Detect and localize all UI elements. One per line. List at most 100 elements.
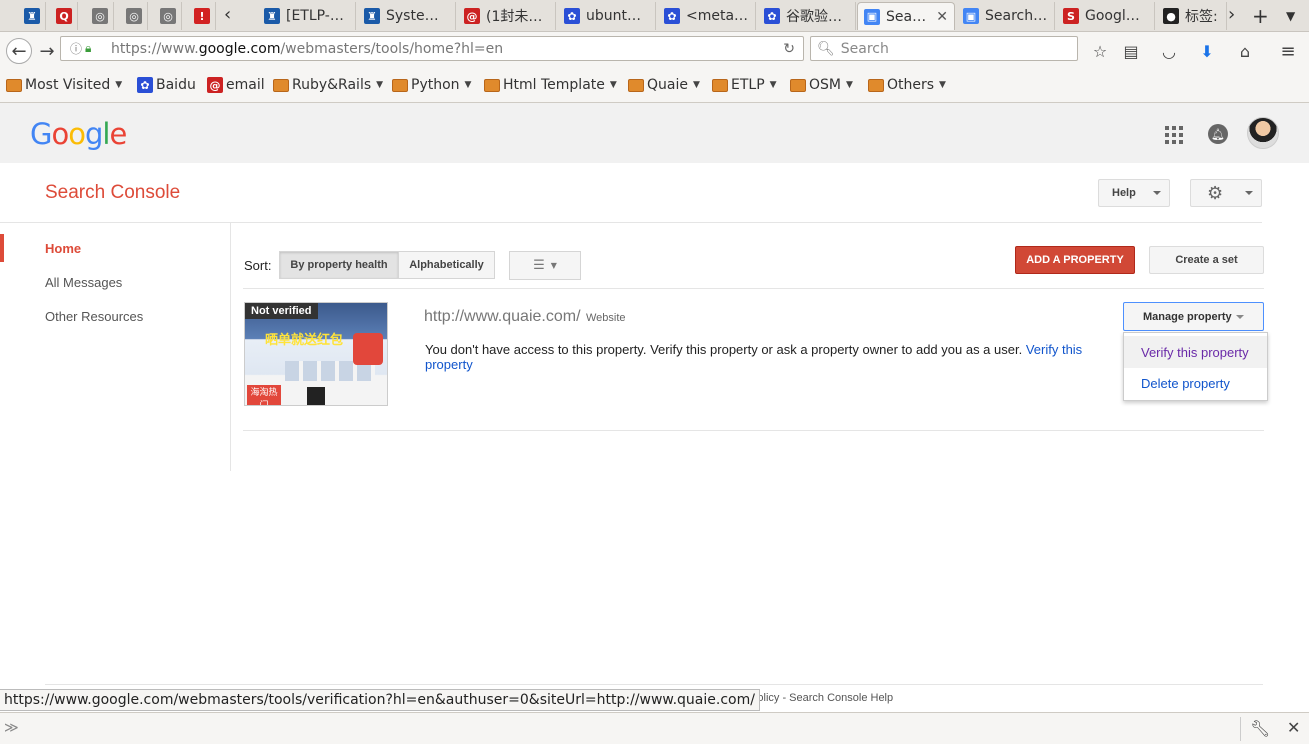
browser-tab[interactable]: ✿ 谷歌验… [758, 2, 856, 30]
forward-icon[interactable]: → [34, 38, 60, 64]
bookmark-item[interactable]: Ruby&Rails ▼ [273, 77, 383, 93]
google-logo[interactable]: Google [30, 117, 127, 151]
bookmark-item[interactable]: Python ▼ [392, 77, 471, 93]
footer-divider [45, 684, 1263, 685]
sort-alphabetically-button[interactable]: Alphabetically [398, 251, 495, 279]
bookmark-item[interactable]: Html Template ▼ [484, 77, 617, 93]
home-icon[interactable]: ⌂ [1234, 40, 1256, 62]
menu-item-delete[interactable]: Delete property [1124, 367, 1267, 399]
download-icon[interactable]: ⬇ [1196, 40, 1218, 62]
pocket-icon[interactable]: ◡ [1158, 40, 1180, 62]
chevron-down-icon: ▼ [769, 80, 777, 90]
wrench-icon[interactable]: 🔧︎ [1250, 719, 1270, 738]
menu-icon[interactable]: ≡ [1277, 40, 1299, 62]
sidebar-item-home[interactable]: Home [45, 241, 81, 256]
property-type: Website [586, 312, 626, 324]
tab-scroll-right-icon[interactable]: › [1228, 4, 1235, 25]
close-tab-icon[interactable]: ✕ [936, 9, 948, 25]
browser-tab[interactable]: @ (1封未… [458, 2, 556, 30]
create-set-button[interactable]: Create a set [1149, 246, 1264, 274]
expand-icon[interactable]: ≫ [4, 720, 19, 736]
bookmark-label: ETLP [731, 77, 765, 93]
divider [243, 430, 1264, 431]
bookmark-item[interactable]: @ email [207, 77, 265, 93]
chevron-down-icon [1245, 191, 1253, 199]
status-bar-url: https://www.google.com/webmasters/tools/… [0, 689, 760, 711]
browser-tab[interactable]: S Googl… [1057, 2, 1155, 30]
folder-icon [868, 78, 884, 92]
chevron-down-icon [1236, 315, 1244, 323]
search-input[interactable]: 🔍︎ Search [810, 36, 1078, 61]
bookmark-label: Others [887, 77, 935, 93]
add-property-button[interactable]: ADD A PROPERTY [1015, 246, 1135, 274]
gear-icon: ⚙ [1207, 182, 1224, 204]
tab-label: 谷歌验… [786, 9, 842, 25]
puzzle-icon: ♜ [264, 8, 280, 24]
sort-by-health-button[interactable]: By property health [279, 251, 399, 279]
globe-icon: ◎ [160, 8, 176, 24]
pinned-tab[interactable]: ◎ [86, 2, 114, 30]
folder-icon [790, 78, 806, 92]
sogou-icon: S [1063, 8, 1079, 24]
view-mode-button[interactable]: ☰ ▼ [509, 251, 581, 280]
folder-icon [628, 78, 644, 92]
active-nav-marker [0, 234, 4, 262]
info-icon[interactable]: ⓘ [67, 40, 85, 57]
url-bar[interactable]: ⓘ 🔒︎ https://www.google.com/webmasters/t… [60, 36, 804, 61]
bookmark-item[interactable]: Most Visited ▼ [6, 77, 122, 93]
pinned-tab[interactable]: ◎ [120, 2, 148, 30]
reading-list-icon[interactable]: ▤ [1120, 40, 1142, 62]
settings-button[interactable]: ⚙ [1190, 179, 1262, 207]
page-title[interactable]: Search Console [45, 182, 180, 204]
browser-tab[interactable]: ▣ Search… [957, 2, 1055, 30]
tab-label: [ETLP-… [286, 8, 344, 24]
bookmark-star-icon[interactable]: ☆ [1089, 40, 1111, 62]
menu-item-verify[interactable]: Verify this property [1124, 336, 1267, 368]
pinned-tab[interactable]: Q [50, 2, 78, 30]
search-console-icon: ▣ [864, 8, 880, 25]
chevron-down-icon: ▼ [550, 261, 557, 270]
tab-label: (1封未… [486, 9, 543, 25]
apps-grid-icon[interactable] [1165, 126, 1183, 144]
browser-tab[interactable]: ▣ Sea… ✕ [857, 2, 955, 30]
logo-letter: o [51, 117, 69, 151]
bookmark-item[interactable]: ETLP ▼ [712, 77, 777, 93]
q-icon: Q [56, 8, 72, 24]
browser-tab[interactable]: ♜ [ETLP-… [258, 2, 356, 30]
tab-list-icon[interactable]: ▼ [1286, 9, 1295, 23]
pinned-tab[interactable]: ♜ [18, 2, 46, 30]
sidebar-item-other-resources[interactable]: Other Resources [45, 309, 143, 324]
browser-tab[interactable]: ♜ Syste… [358, 2, 456, 30]
new-tab-icon[interactable]: + [1252, 4, 1269, 28]
tab-scroll-left-icon[interactable]: ‹ [224, 4, 231, 25]
manage-property-button[interactable]: Manage property [1123, 302, 1264, 331]
logo-letter: G [30, 117, 53, 151]
chevron-down-icon: ▼ [609, 80, 617, 90]
divider [0, 222, 1262, 223]
property-thumbnail[interactable]: 晒单就送红包 海淘热门 Not verified [244, 302, 388, 406]
puzzle-icon: ♜ [24, 8, 40, 24]
pinned-tab[interactable]: ! [188, 2, 216, 30]
bookmark-item[interactable]: OSM ▼ [790, 77, 853, 93]
bookmark-label: Quaie [647, 77, 688, 93]
pinned-tab[interactable]: ◎ [154, 2, 182, 30]
browser-tab[interactable]: ● 标签: [1157, 2, 1227, 30]
browser-tab[interactable]: ✿ <meta… [658, 2, 756, 30]
notifications-bell-icon[interactable]: 🔔︎ [1208, 124, 1228, 144]
avatar[interactable] [1247, 117, 1279, 149]
bookmark-item[interactable]: Others ▼ [868, 77, 946, 93]
help-button[interactable]: Help [1098, 179, 1170, 207]
bookmark-item[interactable]: Quaie ▼ [628, 77, 700, 93]
chevron-down-icon: ▼ [464, 80, 472, 90]
tab-label: Googl… [1085, 8, 1140, 24]
back-icon[interactable]: ← [6, 38, 32, 64]
reload-icon[interactable]: ↻ [783, 41, 795, 57]
sidebar-item-all-messages[interactable]: All Messages [45, 275, 122, 290]
url-text[interactable]: https://www.google.com/webmasters/tools/… [111, 41, 503, 57]
property-url[interactable]: http://www.quaie.com/ [424, 308, 581, 326]
browser-tab[interactable]: ✿ ubunt… [558, 2, 656, 30]
browser-nav-bar: ← → ⓘ 🔒︎ https://www.google.com/webmaste… [0, 32, 1309, 69]
close-icon[interactable]: ✕ [1287, 718, 1300, 737]
bookmark-item[interactable]: ✿ Baidu [137, 77, 196, 93]
alert-icon: ! [194, 8, 210, 24]
